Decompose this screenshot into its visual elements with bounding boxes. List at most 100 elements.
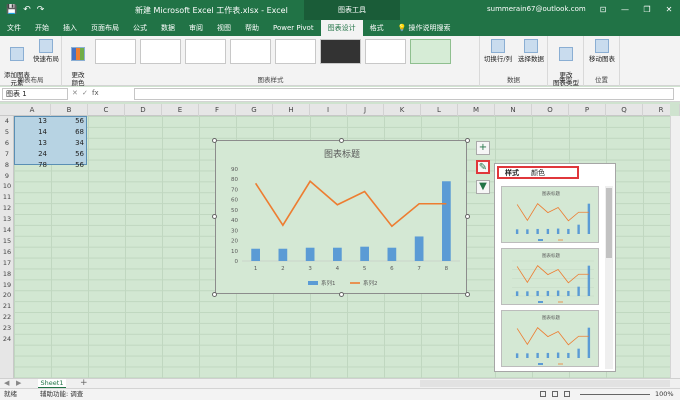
user-account[interactable]: summerain67@outlook.com	[487, 5, 586, 13]
row-header[interactable]: 17	[0, 258, 14, 269]
column-header[interactable]: M	[458, 104, 495, 116]
chart-style-5[interactable]	[275, 39, 316, 64]
column-header[interactable]: F	[199, 104, 236, 116]
cell[interactable]: 68	[51, 127, 87, 138]
minimize-button[interactable]: —	[614, 0, 636, 20]
column-header[interactable]: C	[88, 104, 125, 116]
insert-function-icon[interactable]: fx	[92, 89, 99, 97]
undo-icon[interactable]: ↶	[23, 5, 31, 15]
accessibility-status[interactable]: 辅助功能: 调查	[40, 389, 83, 400]
chart-elements-plus-icon[interactable]: +	[476, 141, 490, 155]
cell[interactable]: 34	[51, 138, 87, 149]
row-header[interactable]: 13	[0, 214, 14, 225]
redo-icon[interactable]: ↷	[37, 5, 45, 15]
row-header[interactable]: 9	[0, 171, 14, 182]
row-header[interactable]: 10	[0, 181, 14, 192]
page-break-view-icon[interactable]	[564, 391, 570, 397]
cell[interactable]: 13	[14, 138, 50, 149]
column-header[interactable]: K	[384, 104, 421, 116]
row-header[interactable]: 7	[0, 149, 14, 160]
column-header[interactable]: Q	[606, 104, 643, 116]
tab-insert[interactable]: 插入	[56, 20, 84, 36]
chart-filters-funnel-icon[interactable]: ▼	[476, 180, 490, 194]
close-button[interactable]: ✕	[658, 0, 680, 20]
select-data-button[interactable]: 选择数据	[515, 39, 547, 63]
restore-button[interactable]: ❐	[636, 0, 658, 20]
cell[interactable]: 56	[51, 116, 87, 127]
tab-file[interactable]: 文件	[0, 20, 28, 36]
quick-layout-button[interactable]: 快速布局	[32, 39, 60, 63]
row-header[interactable]: 5	[0, 127, 14, 138]
row-header[interactable]: 15	[0, 236, 14, 247]
panel-tab-color[interactable]: 颜色	[525, 168, 551, 177]
row-header[interactable]: 8	[0, 160, 14, 171]
row-header[interactable]: 16	[0, 247, 14, 258]
chart-style-6[interactable]	[320, 39, 361, 64]
resize-handle-tl[interactable]	[212, 138, 217, 143]
chart-style-3[interactable]	[185, 39, 226, 64]
row-header[interactable]: 22	[0, 312, 14, 323]
row-header[interactable]: 14	[0, 225, 14, 236]
cell[interactable]: 14	[14, 127, 50, 138]
page-layout-view-icon[interactable]	[552, 391, 558, 397]
row-header[interactable]: 18	[0, 269, 14, 280]
tab-view[interactable]: 视图	[210, 20, 238, 36]
resize-handle-tr[interactable]	[465, 138, 470, 143]
sheet-next-icon[interactable]: ▶	[16, 379, 21, 387]
tab-format[interactable]: 格式	[363, 20, 391, 36]
chart-style-2[interactable]	[140, 39, 181, 64]
row-header[interactable]: 19	[0, 280, 14, 291]
resize-handle-r[interactable]	[465, 214, 470, 219]
chart-style-4[interactable]	[230, 39, 271, 64]
tab-chart-design[interactable]: 图表设计	[320, 20, 363, 36]
column-header[interactable]: H	[273, 104, 310, 116]
column-header[interactable]: I	[310, 104, 347, 116]
zoom-level[interactable]: 100%	[655, 389, 674, 400]
column-header[interactable]: N	[495, 104, 532, 116]
panel-style-thumb-3[interactable]: 图表标题	[501, 310, 599, 367]
cell[interactable]: 13	[14, 116, 50, 127]
tab-home[interactable]: 开始	[28, 20, 56, 36]
column-header[interactable]: J	[347, 104, 384, 116]
zoom-slider[interactable]	[580, 394, 650, 395]
column-header[interactable]: O	[532, 104, 569, 116]
tab-power-pivot[interactable]: Power Pivot	[266, 20, 321, 36]
move-chart-button[interactable]: 移动图表	[586, 39, 618, 63]
chart-style-7[interactable]	[365, 39, 406, 64]
add-sheet-icon[interactable]: +	[80, 378, 88, 388]
tab-help[interactable]: 帮助	[238, 20, 266, 36]
formula-input[interactable]	[134, 88, 674, 100]
column-header[interactable]: B	[51, 104, 88, 116]
column-header[interactable]: D	[125, 104, 162, 116]
chart-styles-brush-icon[interactable]: ✎	[476, 160, 490, 174]
enter-icon[interactable]: ✓	[82, 89, 88, 97]
panel-scrollbar[interactable]	[605, 186, 613, 369]
panel-style-thumb-2[interactable]: 图表标题	[501, 248, 599, 305]
tab-review[interactable]: 审阅	[182, 20, 210, 36]
cell[interactable]: 24	[14, 149, 50, 160]
column-header[interactable]: A	[14, 104, 51, 116]
column-header[interactable]: L	[421, 104, 458, 116]
row-header[interactable]: 11	[0, 192, 14, 203]
name-box[interactable]: 图表 1	[2, 88, 68, 100]
panel-tab-style[interactable]: 样式	[499, 168, 525, 177]
chart-style-1[interactable]	[95, 39, 136, 64]
row-header[interactable]: 24	[0, 334, 14, 345]
chart-area[interactable]: 图表标题 0 10 20 30 40 50 60 70 80 90 1 2 3 4 5 6 7 8 系列1 系列2	[215, 140, 467, 294]
panel-style-thumb-1[interactable]: 图表标题	[501, 186, 599, 243]
column-header[interactable]: E	[162, 104, 199, 116]
tab-page-layout[interactable]: 页面布局	[84, 20, 126, 36]
row-header[interactable]: 4	[0, 116, 14, 127]
chart-style-8[interactable]	[410, 39, 451, 64]
horizontal-scrollbar[interactable]	[420, 380, 670, 387]
column-header[interactable]: G	[236, 104, 273, 116]
row-header[interactable]: 23	[0, 323, 14, 334]
normal-view-icon[interactable]	[540, 391, 546, 397]
column-header[interactable]: P	[569, 104, 606, 116]
cancel-icon[interactable]: ✕	[72, 89, 78, 97]
column-header[interactable]: R	[643, 104, 680, 116]
ribbon-options-icon[interactable]: ⊡	[592, 0, 614, 20]
tell-me-search[interactable]: 💡 操作说明搜索	[391, 20, 458, 36]
switch-row-column-button[interactable]: 切换行/列	[482, 39, 514, 63]
tab-data[interactable]: 数据	[154, 20, 182, 36]
